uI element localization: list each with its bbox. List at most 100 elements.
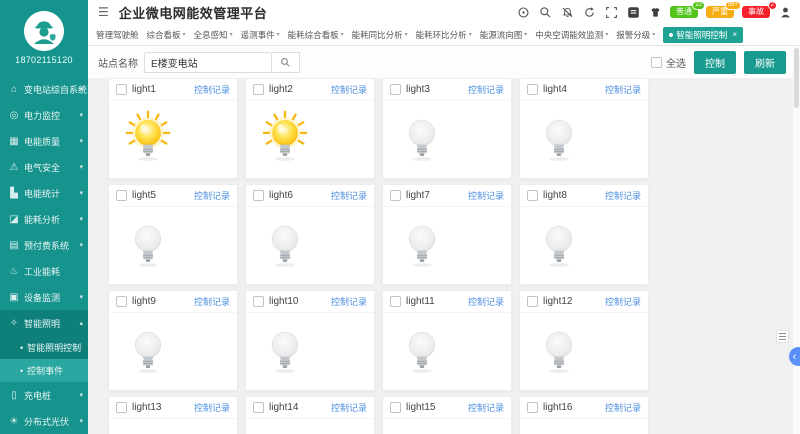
sidebar-subitem[interactable]: • 控制事件 — [0, 359, 88, 382]
sidebar-item[interactable]: ▯ 充电桩 ▾ — [0, 382, 88, 408]
tab-item[interactable]: 报警分级 ▾ — [616, 29, 655, 41]
light-card-header: light10 控制记录 — [246, 291, 374, 313]
control-record-link[interactable]: 控制记录 — [605, 401, 641, 414]
sidebar-subitem-label: 智能照明控制 — [27, 343, 82, 353]
light-checkbox[interactable] — [390, 84, 401, 95]
sidebar-item[interactable]: ◎ 电力监控 ▾ — [0, 102, 88, 128]
tab-item[interactable]: 能耗环比分析 ▾ — [416, 29, 472, 41]
site-search-button[interactable] — [272, 51, 300, 73]
chevron-down-icon: ▾ — [229, 32, 233, 38]
charging-pile-icon: ▯ — [11, 389, 17, 401]
tab-smart-lighting-control[interactable]: 智能照明控制 × — [663, 26, 743, 43]
sidebar-item[interactable]: ▦ 电能质量 ▾ — [0, 128, 88, 154]
light-checkbox[interactable] — [253, 402, 264, 413]
light-checkbox[interactable] — [390, 190, 401, 201]
bulb-icon — [397, 428, 447, 434]
dark-app-icon[interactable] — [626, 5, 640, 19]
tab-item[interactable]: 管理驾驶舱 — [96, 29, 139, 41]
control-record-link[interactable]: 控制记录 — [194, 189, 230, 202]
alarm-badge-serious[interactable]: 严重 99+ — [706, 1, 741, 18]
sidebar-item-label: 工业能耗 — [24, 266, 61, 277]
bulb-icon — [534, 428, 584, 434]
light-card: light6 控制记录 — [245, 184, 375, 285]
light-checkbox[interactable] — [116, 296, 127, 307]
light-checkbox[interactable] — [527, 402, 538, 413]
light-card-body — [246, 207, 374, 284]
select-all-checkbox[interactable] — [651, 56, 662, 68]
fullscreen-icon[interactable] — [604, 5, 618, 19]
control-record-link[interactable]: 控制记录 — [331, 295, 367, 308]
dashboard-icon[interactable] — [516, 5, 530, 19]
control-record-link[interactable]: 控制记录 — [331, 189, 367, 202]
control-record-link[interactable]: 控制记录 — [605, 295, 641, 308]
light-checkbox[interactable] — [527, 190, 538, 201]
theme-shirt-icon[interactable] — [648, 5, 662, 19]
control-record-link[interactable]: 控制记录 — [468, 401, 504, 414]
tab-item[interactable]: 能耗综合看板 ▾ — [288, 29, 344, 41]
light-checkbox[interactable] — [527, 84, 538, 95]
sidebar-item[interactable]: ▣ 设备监测 ▾ — [0, 284, 88, 310]
tab-label: 综合看板 — [146, 29, 181, 40]
sidebar-item[interactable]: ◪ 能耗分析 ▾ — [0, 206, 88, 232]
tab-item[interactable]: 中央空调能效监测 ▾ — [535, 29, 608, 41]
tab-item[interactable]: 能耗同比分析 ▾ — [352, 29, 408, 41]
control-button[interactable]: 控制 — [694, 50, 736, 74]
light-card-body — [383, 313, 511, 390]
light-checkbox[interactable] — [390, 402, 401, 413]
chevron-down-icon: ▾ — [468, 32, 472, 38]
control-record-link[interactable]: 控制记录 — [194, 83, 230, 96]
sidebar-item[interactable]: ⚠ 电气安全 ▾ — [0, 154, 88, 180]
sidebar-item[interactable]: ▙ 电能统计 ▾ — [0, 180, 88, 206]
light-checkbox[interactable] — [390, 296, 401, 307]
light-checkbox[interactable] — [116, 402, 127, 413]
tabs-bar: 管理驾驶舱 综合看板 ▾ 全息感知 ▾ 遥测事件 ▾ 能耗综合看板 ▾ 能耗同比… — [88, 24, 800, 45]
expand-panel-button[interactable]: ‹ — [789, 347, 800, 366]
sidebar-item[interactable]: ⌂ 变电站综自系统 ▾ — [0, 76, 88, 102]
control-record-link[interactable]: 控制记录 — [468, 189, 504, 202]
light-card: light7 控制记录 — [382, 184, 512, 285]
tab-item[interactable]: 综合看板 ▾ — [147, 29, 186, 41]
alarm-badge-accident[interactable]: 事故 2 — [742, 1, 777, 18]
control-record-link[interactable]: 控制记录 — [194, 295, 230, 308]
sidebar-item[interactable]: ♨ 工业能耗 — [0, 258, 88, 284]
light-checkbox[interactable] — [116, 190, 127, 201]
light-card-body — [109, 101, 237, 178]
sidebar-subitem-label: 控制事件 — [27, 366, 64, 376]
electrical-safety-icon: ⚠ — [9, 161, 19, 173]
tab-item[interactable]: 遥测事件 ▾ — [241, 29, 280, 41]
avatar[interactable] — [24, 11, 64, 51]
sidebar-subitem[interactable]: • 智能照明控制 — [0, 336, 88, 359]
chevron-down-icon: ▾ — [340, 32, 344, 38]
scrollbar-thumb[interactable] — [794, 48, 799, 108]
tab-item[interactable]: 全息感知 ▾ — [194, 29, 233, 41]
user-icon[interactable] — [778, 5, 792, 19]
control-record-link[interactable]: 控制记录 — [605, 189, 641, 202]
light-checkbox[interactable] — [527, 296, 538, 307]
control-record-link[interactable]: 控制记录 — [605, 83, 641, 96]
control-record-link[interactable]: 控制记录 — [331, 83, 367, 96]
site-name-input[interactable] — [144, 51, 272, 73]
search-icon[interactable] — [538, 5, 552, 19]
light-checkbox[interactable] — [116, 84, 127, 95]
control-record-link[interactable]: 控制记录 — [331, 401, 367, 414]
control-record-link[interactable]: 控制记录 — [194, 401, 230, 414]
light-checkbox[interactable] — [253, 190, 264, 201]
light-checkbox[interactable] — [253, 296, 264, 307]
control-record-link[interactable]: 控制记录 — [468, 83, 504, 96]
notifications-muted-icon[interactable] — [560, 5, 574, 19]
light-checkbox[interactable] — [253, 84, 264, 95]
tab-item[interactable]: 能源流向图 ▾ — [480, 29, 528, 41]
alarm-count-accident: 2 — [767, 1, 777, 10]
sidebar-item[interactable]: ✧ 智能照明 ▴ — [0, 310, 88, 336]
refresh-icon[interactable] — [582, 5, 596, 19]
chevron-down-icon: ▾ — [276, 32, 280, 38]
alarm-badge-normal[interactable]: 普通 22 — [670, 1, 705, 18]
bulb-icon — [271, 331, 299, 373]
sidebar-item[interactable]: ▤ 预付费系统 ▾ — [0, 232, 88, 258]
menu-toggle-icon[interactable]: ☰ — [98, 5, 109, 19]
widget-panel-icon[interactable] — [776, 330, 789, 343]
close-tab-icon[interactable]: × — [732, 30, 737, 39]
refresh-button[interactable]: 刷新 — [744, 50, 786, 74]
sidebar-item[interactable]: ☀ 分布式光伏 ▾ — [0, 408, 88, 434]
control-record-link[interactable]: 控制记录 — [468, 295, 504, 308]
